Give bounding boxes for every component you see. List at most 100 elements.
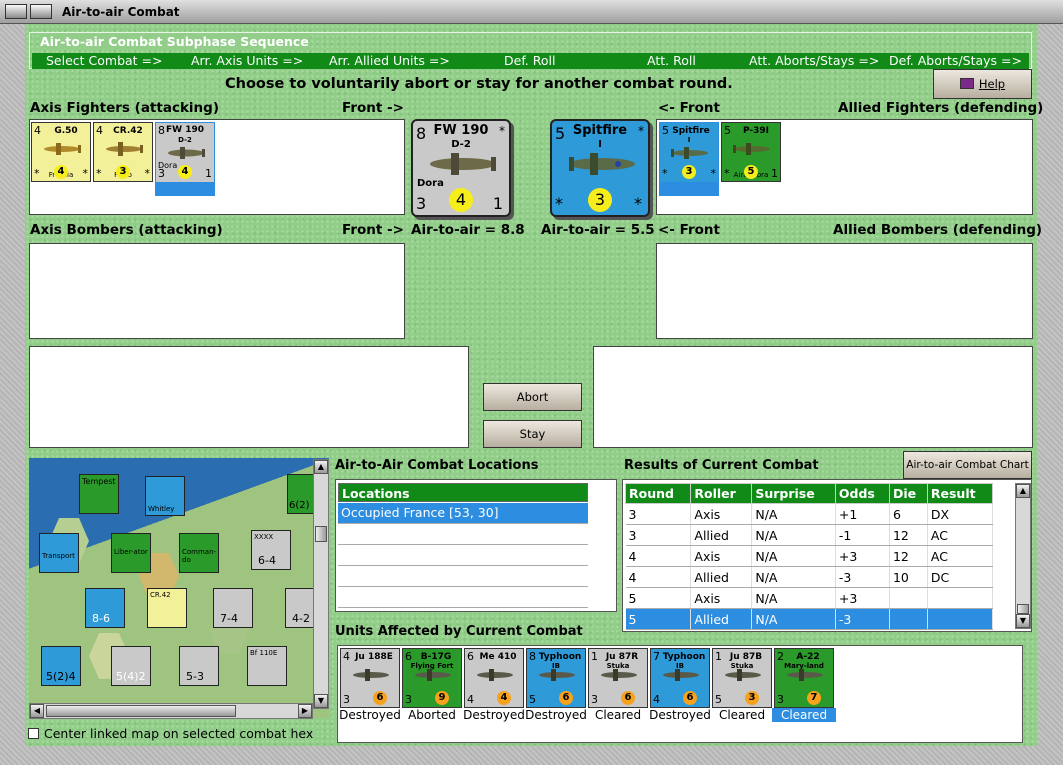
affected-unit[interactable]: 6 B-17G Flying Fort 3 9 bbox=[402, 648, 462, 708]
axis-fighter-cr42[interactable]: 4 CR.42 Falco * 3 * bbox=[93, 122, 153, 182]
results-row[interactable]: 5 Axis N/A +3 bbox=[625, 587, 994, 609]
cell-die bbox=[889, 587, 928, 609]
location-row[interactable]: Occupied France [53, 30] bbox=[338, 503, 588, 524]
seq-step-axis-units: Arr. Axis Units => bbox=[191, 53, 304, 68]
stay-button[interactable]: Stay bbox=[483, 420, 582, 448]
affected-unit[interactable]: 1 Ju 87B Stuka 5 3 bbox=[712, 648, 772, 708]
map-counter-74[interactable]: 7-4 bbox=[213, 588, 253, 628]
affected-unit[interactable]: 2 A-22 Mary-land 3 7 bbox=[774, 648, 834, 708]
plane-icon bbox=[168, 147, 205, 159]
abort-button[interactable]: Abort bbox=[483, 383, 582, 411]
unit-defense: * bbox=[724, 167, 730, 180]
plane-icon bbox=[477, 669, 513, 681]
affected-unit[interactable]: 8 Typhoon IB 5 6 bbox=[526, 648, 586, 708]
cell-surprise: N/A bbox=[751, 545, 836, 567]
map-counter-transport[interactable]: Transport bbox=[39, 533, 79, 573]
col-odds: Odds bbox=[834, 483, 890, 504]
map-counter-label: Transport bbox=[42, 552, 75, 560]
results-title: Results of Current Combat bbox=[624, 458, 819, 473]
cell-result: DC bbox=[927, 566, 994, 588]
allied-fighter-spitfire[interactable]: 5 Spitfire I * 3 * bbox=[659, 122, 719, 196]
unit-defense: 3 bbox=[777, 693, 784, 706]
affected-unit[interactable]: 4 Ju 188E 3 6 bbox=[340, 648, 400, 708]
map-counter-542[interactable]: 5(4)2 bbox=[111, 646, 151, 686]
unit-bomb: 1 bbox=[205, 167, 212, 180]
center-map-checkbox[interactable] bbox=[28, 728, 39, 739]
axis-air-to-air-value: Air-to-air = 8.8 bbox=[411, 222, 525, 238]
results-row-selected[interactable]: 5 Allied N/A -3 bbox=[625, 608, 994, 630]
scroll-left-icon[interactable]: ◀ bbox=[30, 704, 44, 718]
map-counter-bf110[interactable]: Bf 110E bbox=[247, 646, 287, 686]
axis-fighter-g50[interactable]: 4 G.50 Freccia * 4 * bbox=[31, 122, 91, 182]
scroll-down-icon[interactable]: ▼ bbox=[314, 694, 328, 708]
map-hscroll-thumb[interactable] bbox=[46, 705, 236, 717]
sequence-box: Air-to-air Combat Subphase Sequence Sele… bbox=[29, 32, 1032, 69]
big-unit-subname: I bbox=[598, 139, 602, 150]
results-row[interactable]: 3 Axis N/A +1 6 DX bbox=[625, 503, 994, 525]
unit-name: P-39I bbox=[742, 126, 770, 136]
affected-unit[interactable]: 6 Me 410 4 4 bbox=[464, 648, 524, 708]
unit-name: Typhoon bbox=[662, 652, 706, 662]
cell-odds: -1 bbox=[835, 524, 890, 546]
title-bar[interactable]: Air-to-air Combat bbox=[0, 0, 1063, 24]
cell-die: 10 bbox=[889, 566, 928, 588]
map-counter-53[interactable]: 5-3 bbox=[179, 646, 219, 686]
affected-unit-caption: Destroyed bbox=[339, 708, 401, 722]
allied-fighter-p39[interactable]: 5 P-39I AiraCobra * 5 1 bbox=[721, 122, 781, 182]
seq-step-def-roll: Def. Roll bbox=[504, 53, 556, 68]
scroll-down-icon[interactable]: ▼ bbox=[1016, 614, 1030, 628]
results-row[interactable]: 4 Allied N/A -3 10 DC bbox=[625, 566, 994, 588]
cell-result: AC bbox=[927, 524, 994, 546]
map-counter-whitley[interactable]: Whitley bbox=[145, 476, 185, 516]
big-unit-bomb: * bbox=[634, 194, 642, 213]
location-row-empty bbox=[338, 545, 588, 566]
map-counter-strength: 4-2 bbox=[292, 612, 310, 625]
axis-fighter-fw190[interactable]: 8 FW 190 D-2 Dora 3 4 1 bbox=[155, 122, 215, 196]
unit-name: Me 410 bbox=[479, 652, 517, 662]
map-counter-commando[interactable]: Comman-do bbox=[179, 533, 219, 573]
window-menu-button[interactable] bbox=[5, 4, 27, 19]
map-counter-524[interactable]: 5(2)4 bbox=[41, 646, 81, 686]
map-horizontal-scrollbar[interactable]: ◀ ▶ bbox=[29, 703, 313, 719]
combat-chart-button[interactable]: Air-to-air Combat Chart bbox=[903, 451, 1032, 479]
linked-map[interactable]: Tempest Whitley Transport Liber-ator Com… bbox=[29, 458, 329, 718]
allied-bombers-label: Allied Bombers (defending) bbox=[833, 222, 1043, 238]
results-row[interactable]: 4 Axis N/A +3 12 AC bbox=[625, 545, 994, 567]
unit-bomb: * bbox=[144, 167, 151, 180]
map-counter-cr42[interactable]: CR.42 bbox=[147, 588, 187, 628]
unit-defense: * bbox=[34, 167, 40, 180]
map-counter-liberator[interactable]: Liber-ator bbox=[111, 533, 151, 573]
scroll-right-icon[interactable]: ▶ bbox=[298, 704, 312, 718]
cell-die bbox=[889, 608, 928, 630]
map-vscroll-thumb[interactable] bbox=[315, 526, 327, 542]
unit-name: Ju 188E bbox=[355, 652, 393, 662]
results-scroll-thumb[interactable] bbox=[1017, 604, 1029, 614]
window-shade-button[interactable] bbox=[30, 4, 52, 19]
map-counter-xxxx[interactable]: XXXX 6-4 bbox=[251, 530, 291, 570]
unit-bomb: * bbox=[82, 167, 89, 180]
plane-icon bbox=[725, 669, 761, 681]
results-row[interactable]: 3 Allied N/A -1 12 AC bbox=[625, 524, 994, 546]
affected-unit[interactable]: 7 Typhoon IB 4 6 bbox=[650, 648, 710, 708]
cell-roller: Allied bbox=[690, 524, 753, 546]
location-row-empty bbox=[338, 566, 588, 587]
map-vertical-scrollbar[interactable]: ▲ ▼ bbox=[313, 459, 329, 709]
map-counter-label: XXXX bbox=[254, 533, 274, 541]
map-counter-86[interactable]: 8-6 bbox=[85, 588, 125, 628]
scroll-up-icon[interactable]: ▲ bbox=[314, 460, 328, 474]
map-counter-tempest[interactable]: Tempest bbox=[79, 474, 119, 514]
results-scrollbar[interactable]: ▲ ▼ bbox=[1015, 483, 1031, 629]
scroll-up-icon[interactable]: ▲ bbox=[1016, 484, 1030, 498]
affected-unit[interactable]: 1 Ju 87R Stuka 3 6 bbox=[588, 648, 648, 708]
sequence-header: Air-to-air Combat Subphase Sequence bbox=[39, 34, 310, 49]
affected-unit-caption: Destroyed bbox=[463, 708, 525, 722]
center-map-option[interactable]: Center linked map on selected combat hex bbox=[28, 726, 313, 741]
unit-defense: 3 bbox=[405, 693, 412, 706]
map-counter-label: Tempest bbox=[82, 477, 116, 486]
map-counter-strength: 6-4 bbox=[258, 554, 276, 567]
map-counter-strength: 5(2)4 bbox=[46, 670, 76, 683]
unit-defense: 3 bbox=[158, 167, 165, 180]
cell-surprise: N/A bbox=[751, 566, 836, 588]
help-button[interactable]: Help bbox=[933, 69, 1032, 99]
unit-range-circle: 6 bbox=[373, 691, 387, 705]
